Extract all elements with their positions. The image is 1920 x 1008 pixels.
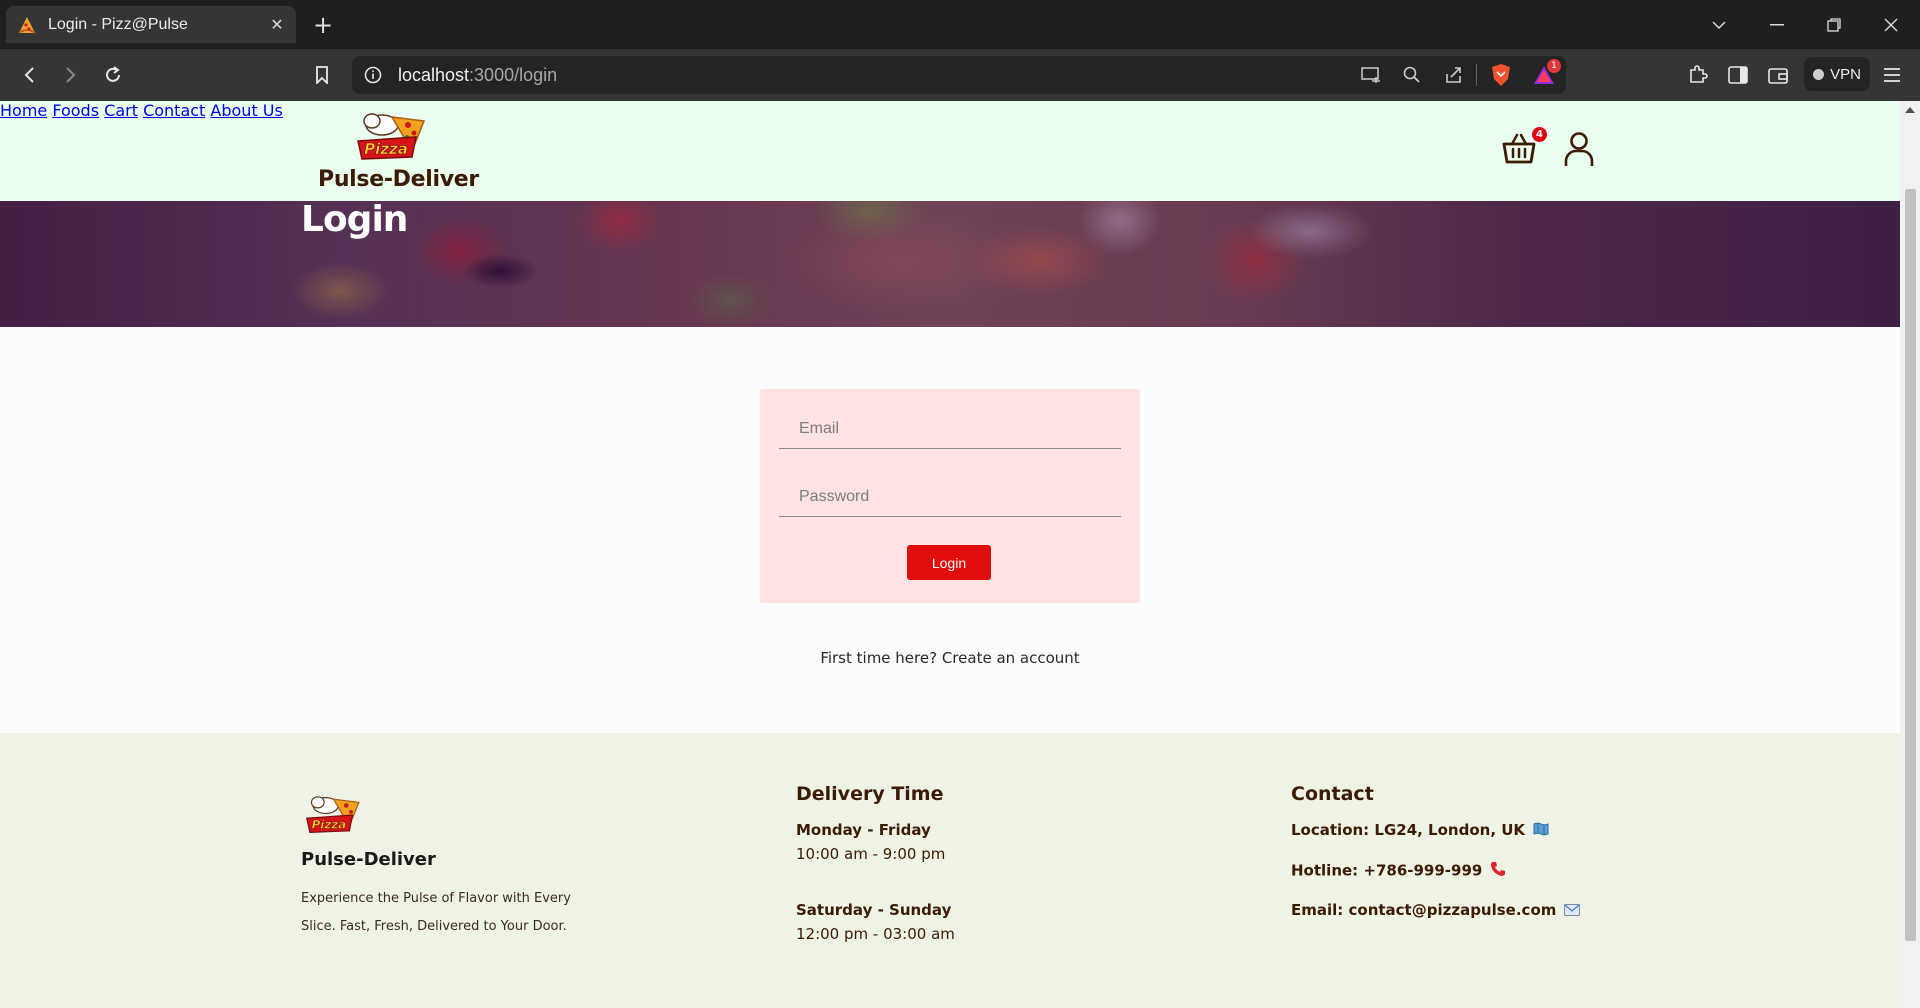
scrollbar-thumb[interactable] (1905, 189, 1916, 941)
browser-tab[interactable]: Login - Pizz@Pulse ✕ (6, 6, 296, 43)
restore-icon[interactable] (1819, 10, 1849, 40)
brave-shield-icon[interactable] (1490, 63, 1512, 91)
close-tab-icon[interactable]: ✕ (268, 15, 286, 34)
page-scrollbar[interactable] (1900, 101, 1920, 1008)
contact-hotline: Hotline: +786-999-999 (1291, 861, 1506, 881)
svg-text:Pizza: Pizza (364, 140, 408, 158)
phone-icon (1490, 861, 1506, 881)
envelope-icon (1564, 902, 1581, 920)
zoom-icon[interactable] (1402, 65, 1422, 89)
login-form: Login (760, 389, 1140, 603)
extensions-icon[interactable] (1684, 61, 1712, 89)
sidebar-icon[interactable] (1724, 61, 1752, 89)
share-icon[interactable] (1444, 65, 1464, 89)
close-window-icon[interactable] (1876, 10, 1906, 40)
contact-location: Location: LG24, London, UK (1291, 821, 1549, 840)
rewards-badge: 1 (1547, 59, 1561, 73)
password-field[interactable] (779, 477, 1121, 517)
wallet-icon[interactable] (1764, 61, 1792, 89)
hotline-text: Hotline: +786-999-999 (1291, 861, 1483, 880)
email-field[interactable] (779, 409, 1121, 449)
browser-toolbar: localhost:3000/login 1 VPN (0, 49, 1920, 101)
brand-name[interactable]: Pulse-Deliver (318, 167, 479, 192)
nav-cart[interactable]: Cart (104, 101, 138, 120)
contact-email[interactable]: Email: contact@pizzapulse.com (1291, 901, 1581, 920)
weekend-hours: 12:00 pm - 03:00 am (796, 925, 955, 943)
user-profile-icon[interactable] (1564, 131, 1594, 167)
new-tab-icon[interactable]: + (310, 11, 336, 39)
pizza-favicon-icon (16, 14, 38, 36)
footer-description: Experience the Pulse of Flavor with Ever… (301, 891, 571, 934)
footer-brand: Pulse-Deliver (301, 849, 436, 870)
vpn-status-icon (1813, 68, 1825, 80)
tab-title: Login - Pizz@Pulse (48, 15, 188, 33)
weekday-hours: 10:00 am - 9:00 pm (796, 845, 946, 863)
nav-about-us[interactable]: About Us (210, 101, 282, 120)
browser-tab-bar: Login - Pizz@Pulse ✕ + (0, 0, 1920, 49)
weekend-label: Saturday - Sunday (796, 901, 952, 919)
footer-pizza-logo-icon: Pizza (306, 796, 360, 833)
address-bar[interactable]: localhost:3000/login 1 (352, 56, 1566, 94)
back-icon[interactable] (16, 61, 44, 89)
bookmark-icon[interactable] (308, 61, 336, 89)
map-icon (1533, 821, 1549, 840)
svg-text:Pizza: Pizza (312, 817, 346, 831)
site-footer: Pizza Pulse-Deliver Experience the Pulse… (0, 733, 1900, 1008)
url-text: localhost:3000/login (398, 65, 558, 85)
login-button[interactable]: Login (907, 545, 991, 580)
divider (1476, 64, 1477, 86)
menu-icon[interactable] (1878, 61, 1906, 89)
nav-foods[interactable]: Foods (52, 101, 99, 120)
forward-icon[interactable] (56, 61, 84, 89)
scroll-up-arrow-icon[interactable] (1905, 107, 1915, 113)
nav-home[interactable]: Home (0, 101, 47, 120)
location-text: Location: LG24, London, UK (1291, 821, 1526, 839)
email-text[interactable]: Email: contact@pizzapulse.com (1291, 901, 1556, 919)
vpn-label: VPN (1830, 65, 1861, 83)
tab-search-chevron-icon[interactable] (1704, 10, 1734, 40)
shopping-basket-icon[interactable] (1502, 131, 1536, 165)
minimize-icon[interactable] (1762, 10, 1792, 40)
weekday-label: Monday - Friday (796, 821, 931, 839)
hero-banner: Login (0, 201, 1900, 327)
nav-contact[interactable]: Contact (143, 101, 205, 120)
cart-count-badge: 4 (1532, 127, 1547, 142)
page-title: Login (301, 201, 408, 240)
create-account-link[interactable]: First time here? Create an account (760, 649, 1140, 667)
pizza-logo-icon[interactable]: Pizza (352, 111, 428, 163)
main-nav: Home Foods Cart Contact About Us (0, 101, 1900, 120)
reload-icon[interactable] (99, 61, 127, 89)
delivery-time-heading: Delivery Time (796, 783, 944, 805)
contact-heading: Contact (1291, 783, 1374, 805)
site-info-icon[interactable] (364, 66, 382, 88)
vpn-button[interactable]: VPN (1804, 57, 1870, 91)
cast-icon[interactable] (1360, 66, 1382, 88)
page-viewport: Pizza Pulse-Deliver Home Foods Cart Cont… (0, 101, 1900, 1008)
site-header: Pizza Pulse-Deliver Home Foods Cart Cont… (0, 101, 1900, 201)
